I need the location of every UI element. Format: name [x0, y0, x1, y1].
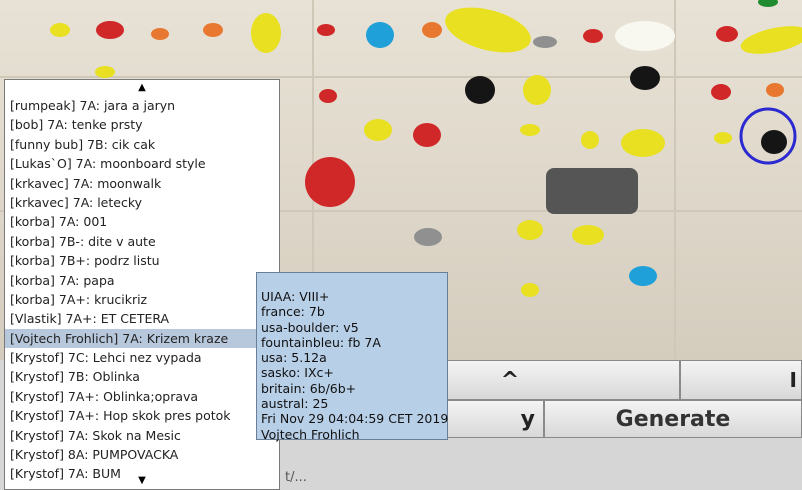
list-item[interactable]: [korba] 7B+: podrz listu: [5, 251, 279, 270]
hold: [546, 168, 638, 214]
hold: [445, 7, 531, 53]
hold: [521, 283, 539, 297]
grade-tooltip: UIAA: VIII+ france: 7b usa-boulder: v5 f…: [256, 272, 449, 442]
hold: [714, 132, 732, 144]
toolbar-button-right[interactable]: I: [680, 360, 802, 400]
hold: [305, 157, 355, 207]
generate-button[interactable]: Generate: [544, 400, 802, 438]
list-item[interactable]: [Krystof] 8A: PUMPOVACKA: [5, 445, 279, 464]
hold: [317, 24, 335, 36]
hold: [151, 28, 169, 40]
hold: [95, 66, 115, 78]
hold: [630, 66, 660, 90]
list-item[interactable]: [korba] 7A+: krucikriz: [5, 290, 279, 309]
list-item[interactable]: [korba] 7A: 001: [5, 212, 279, 231]
list-item[interactable]: [Krystof] 7A+: Oblinka;oprava: [5, 387, 279, 406]
list-item[interactable]: [Krystof] 7A: Skok na Mesic: [5, 426, 279, 445]
scroll-down-arrow-icon[interactable]: ▼: [5, 473, 279, 489]
hold: [96, 21, 124, 39]
hold: [572, 225, 604, 245]
list-item[interactable]: [funny bub] 7B: cik cak: [5, 135, 279, 154]
tooltip-uiaa: UIAA: VIII+: [261, 289, 330, 304]
hold: [533, 36, 557, 48]
list-item[interactable]: [Krystof] 7B: Oblinka: [5, 367, 279, 386]
tooltip-date: Fri Nov 29 04:04:59 CET 2019: [261, 411, 449, 427]
hold: [583, 29, 603, 43]
scroll-up-arrow-icon[interactable]: ▲: [5, 80, 279, 96]
hold: [766, 83, 784, 97]
hold: [517, 220, 543, 240]
list-item[interactable]: [rumpeak] 7A: jara a jaryn: [5, 96, 279, 115]
hold: [520, 124, 540, 136]
hold: [251, 13, 281, 53]
tooltip-france: france: 7b: [261, 304, 325, 320]
hold: [366, 22, 394, 48]
list-item[interactable]: [Krystof] 7A+: Hop skok pres potok: [5, 406, 279, 425]
list-item[interactable]: [bob] 7A: tenke prsty: [5, 115, 279, 134]
hold: [716, 26, 738, 42]
status-text: t/...: [285, 470, 307, 485]
list-item[interactable]: [Krystof] 7C: Lehci nez vypada: [5, 348, 279, 367]
tooltip-usa: usa: 5.12a: [261, 350, 327, 366]
hold: [414, 228, 442, 246]
tooltip-fontainbleu: fountainbleu: fb 7A: [261, 334, 381, 350]
tooltip-britain: britain: 6b/6b+: [261, 380, 357, 396]
hold: [629, 266, 657, 286]
list-item[interactable]: [korba] 7A: papa: [5, 271, 279, 290]
hold: [465, 76, 495, 104]
hold: [758, 0, 778, 7]
list-item[interactable]: [krkavec] 7A: letecky: [5, 193, 279, 212]
list-item[interactable]: [Lukas`O] 7A: moonboard style: [5, 154, 279, 173]
route-list-popup[interactable]: ▲ [rumpeak] 7A: jara a jaryn [bob] 7A: t…: [4, 79, 280, 490]
hold: [740, 26, 802, 54]
list-item[interactable]: [krkavec] 7A: moonwalk: [5, 174, 279, 193]
tooltip-sasko: sasko: IXc+: [261, 365, 334, 381]
hold: [203, 23, 223, 37]
hold: [523, 75, 551, 105]
hold: [621, 129, 665, 157]
tooltip-author: Vojtech Frohlich: [261, 426, 360, 442]
hold: [364, 119, 392, 141]
hold: [711, 84, 731, 100]
tooltip-austral: austral: 25: [261, 396, 329, 412]
hold: [319, 89, 337, 103]
hold: [50, 23, 70, 37]
hold: [581, 131, 599, 149]
list-item[interactable]: [Vlastik] 7A+: ET CETERA: [5, 309, 279, 328]
hold: [761, 130, 787, 154]
hold: [422, 22, 442, 38]
tooltip-usa-boulder: usa-boulder: v5: [261, 319, 359, 335]
hold: [615, 21, 675, 51]
list-item[interactable]: [korba] 7B-: dite v aute: [5, 232, 279, 251]
hold: [413, 123, 441, 147]
list-item-selected[interactable]: [Vojtech Frohlich] 7A: Krizem kraze: [5, 328, 279, 349]
